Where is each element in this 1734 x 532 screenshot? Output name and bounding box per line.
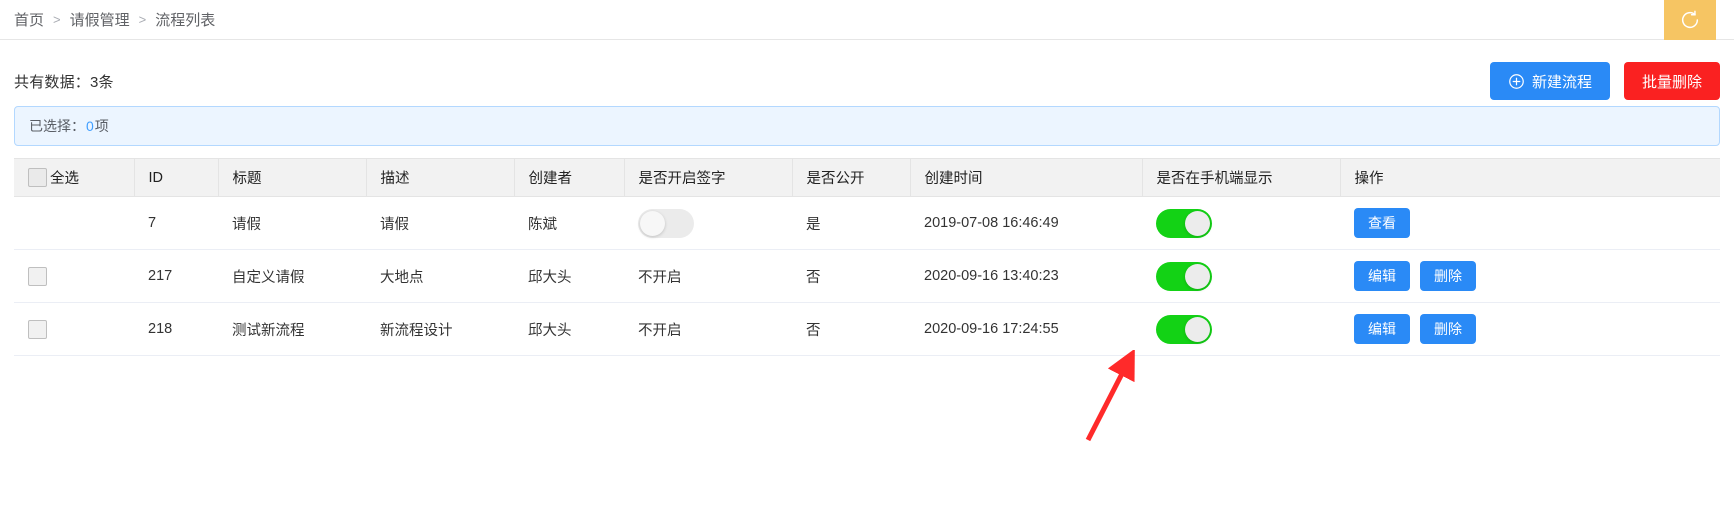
header-created-at: 创建时间 [910, 158, 1143, 197]
toolbar: 共有数据：3条 新建流程 批量删除 [14, 40, 1720, 104]
row-created-at: 2020-09-16 17:24:55 [910, 302, 1142, 356]
view-button[interactable]: 查看 [1354, 208, 1410, 238]
selection-count: 0 [86, 118, 94, 134]
selection-prefix-label: 已选择： [29, 118, 85, 134]
edit-button[interactable]: 编辑 [1354, 314, 1410, 344]
row-creator: 邱大头 [514, 302, 624, 356]
create-process-button[interactable]: 新建流程 [1489, 62, 1610, 100]
toggle-knob [640, 210, 665, 236]
header-title: 标题 [218, 158, 367, 197]
row-signature: 不开启 [624, 249, 792, 303]
row-created-at: 2019-07-08 16:46:49 [910, 196, 1142, 250]
row-desc: 大地点 [366, 249, 514, 303]
row-checkbox[interactable] [28, 319, 47, 339]
select-all-checkbox[interactable] [28, 168, 47, 187]
row-operations-cell: 编辑 删除 [1340, 302, 1720, 356]
breadcrumb-separator: > [53, 12, 61, 27]
row-public: 否 [792, 249, 910, 303]
breadcrumb-item-process-list: 流程列表 [155, 12, 216, 29]
header-mobile-display: 是否在手机端显示 [1142, 158, 1341, 197]
row-signature-cell [624, 196, 792, 250]
table-row: 7 请假 请假 陈斌 是 2019-07-08 16:46:49 查看 [14, 196, 1720, 250]
breadcrumb-separator: > [138, 12, 147, 27]
table-header-row: 全选 ID 标题 描述 创建者 是否开启签字 是否公开 创建时间 是否在手机端显… [14, 158, 1720, 197]
row-checkbox-cell [14, 302, 47, 356]
total-count-label: 共有数据：3条 [14, 73, 114, 91]
delete-button[interactable]: 删除 [1420, 314, 1476, 344]
row-mobile-display-cell [1142, 196, 1340, 250]
row-operations-cell: 编辑 删除 [1340, 249, 1720, 303]
breadcrumb-item-home[interactable]: 首页 [14, 9, 44, 30]
header-operations: 操作 [1340, 158, 1720, 197]
table-row: 217 自定义请假 大地点 邱大头 不开启 否 2020-09-16 13:40… [14, 249, 1720, 303]
row-title: 请假 [218, 196, 366, 250]
row-creator: 陈斌 [514, 196, 624, 250]
row-title: 测试新流程 [218, 302, 366, 356]
table-body: 7 请假 请假 陈斌 是 2019-07-08 16:46:49 查看 217 … [14, 196, 1720, 356]
table-row: 218 测试新流程 新流程设计 邱大头 不开启 否 2020-09-16 17:… [14, 302, 1720, 356]
page-root: 首页 > 请假管理 > 流程列表 共有数据：3条 新建流程 批量删除 已选择： … [0, 0, 1734, 532]
header-creator: 创建者 [514, 158, 625, 197]
header-select-all: 全选 [44, 158, 135, 197]
signature-toggle[interactable] [638, 208, 694, 238]
row-id: 217 [134, 249, 218, 303]
selection-suffix-label: 项 [94, 118, 109, 134]
refresh-icon [1679, 9, 1701, 31]
annotation-arrow-icon [1085, 350, 1135, 442]
header-signature-enabled: 是否开启签字 [624, 158, 793, 197]
header-select-all-checkbox-cell [14, 158, 47, 197]
toggle-knob [1185, 263, 1210, 289]
header-desc: 描述 [366, 158, 515, 197]
row-mobile-display-cell [1142, 302, 1340, 356]
create-process-label: 新建流程 [1531, 73, 1592, 91]
row-signature: 不开启 [624, 302, 792, 356]
selection-alert: 已选择： 0 项 [14, 106, 1720, 146]
toolbar-actions: 新建流程 批量删除 [1489, 62, 1720, 100]
row-select-cell [44, 196, 134, 250]
row-id: 7 [134, 196, 218, 250]
plus-circle-icon [1508, 73, 1525, 90]
breadcrumb-bar: 首页 > 请假管理 > 流程列表 [0, 0, 1734, 40]
toggle-knob [1185, 210, 1210, 236]
batch-delete-button[interactable]: 批量删除 [1623, 62, 1720, 100]
row-created-at: 2020-09-16 13:40:23 [910, 249, 1142, 303]
mobile-display-toggle[interactable] [1156, 208, 1212, 238]
mobile-display-toggle[interactable] [1156, 261, 1212, 291]
row-title: 自定义请假 [218, 249, 366, 303]
delete-button[interactable]: 删除 [1420, 261, 1476, 291]
row-desc: 请假 [366, 196, 514, 250]
row-desc: 新流程设计 [366, 302, 514, 356]
toggle-knob [1185, 316, 1210, 342]
header-id: ID [134, 158, 219, 197]
breadcrumb-item-leave-management[interactable]: 请假管理 [70, 9, 130, 30]
row-checkbox-cell [14, 196, 44, 250]
header-public: 是否公开 [792, 158, 911, 197]
row-creator: 邱大头 [514, 249, 624, 303]
row-select-cell [44, 249, 134, 303]
content-area: 共有数据：3条 新建流程 批量删除 已选择： 0 项 全选 ID 标题 描述 创… [0, 40, 1734, 356]
row-public: 否 [792, 302, 910, 356]
row-checkbox-cell [14, 249, 47, 303]
refresh-button[interactable] [1664, 0, 1716, 40]
row-public: 是 [792, 196, 910, 250]
row-mobile-display-cell [1142, 249, 1340, 303]
row-id: 218 [134, 302, 218, 356]
edit-button[interactable]: 编辑 [1354, 261, 1410, 291]
process-table: 全选 ID 标题 描述 创建者 是否开启签字 是否公开 创建时间 是否在手机端显… [14, 158, 1720, 356]
breadcrumb: 首页 > 请假管理 > 流程列表 [14, 9, 215, 30]
row-operations-cell: 查看 [1340, 196, 1720, 250]
row-select-cell [44, 302, 134, 356]
mobile-display-toggle[interactable] [1156, 314, 1212, 344]
row-checkbox[interactable] [28, 266, 47, 286]
